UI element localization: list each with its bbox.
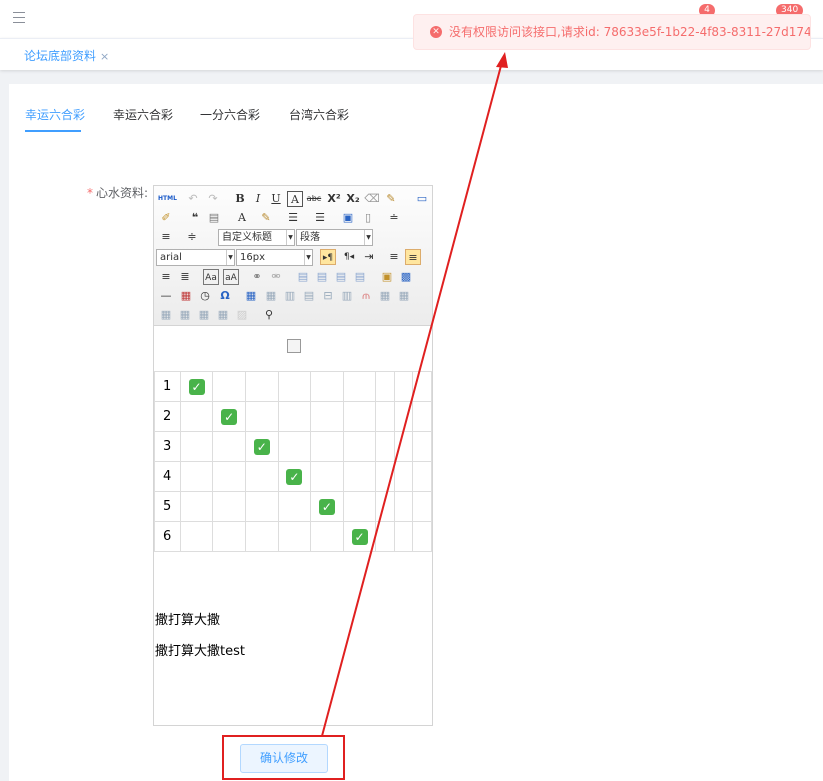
annotation-arrow-line — [321, 61, 503, 737]
annotation-arrow — [321, 52, 508, 737]
annotation-arrow-head — [496, 52, 508, 68]
